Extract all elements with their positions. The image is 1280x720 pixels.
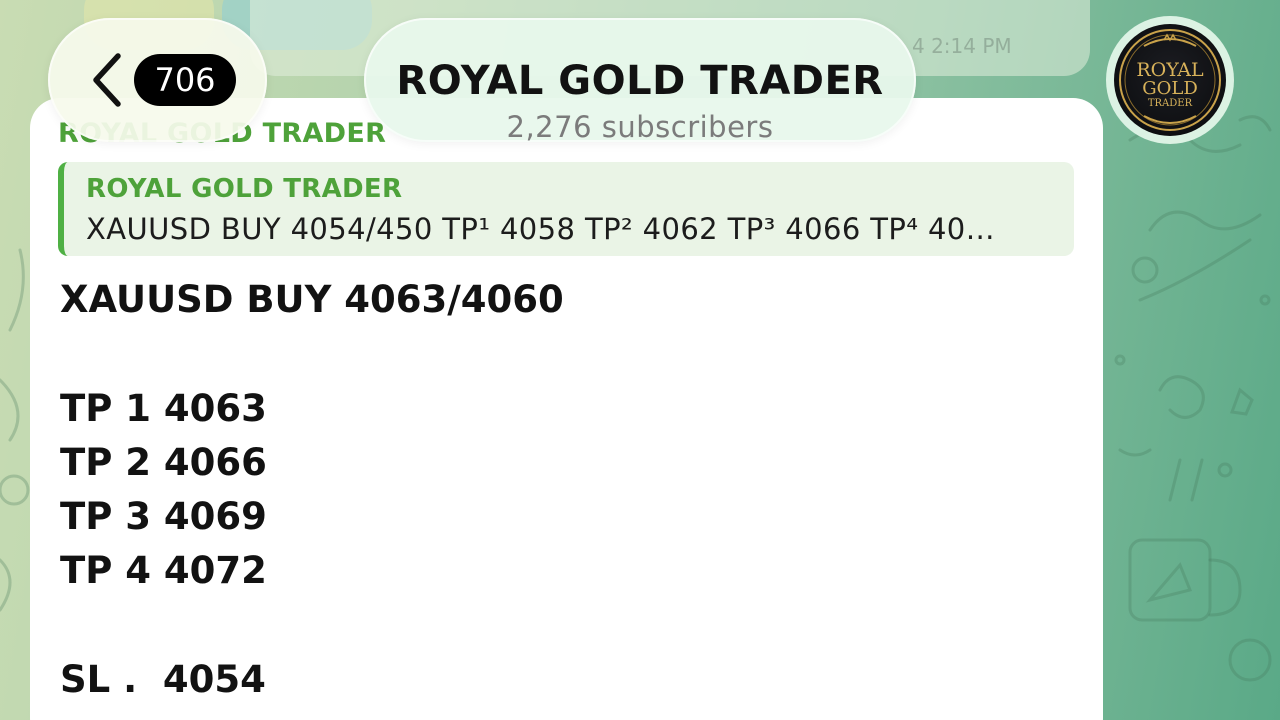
reply-quote[interactable]: ROYAL GOLD TRADER XAUUSD BUY 4054/450 TP… (58, 162, 1074, 256)
chevron-left-icon[interactable] (88, 52, 128, 108)
svg-text:GOLD: GOLD (1142, 78, 1198, 99)
message-tp4-line: TP 4 4072 (60, 549, 267, 592)
message-signal-line: XAUUSD BUY 4063/4060 (60, 278, 564, 321)
message-tp3-line: TP 3 4069 (60, 495, 267, 538)
subscriber-count: 2,276 subscribers (506, 110, 774, 144)
reply-text: XAUUSD BUY 4054/450 TP¹ 4058 TP² 4062 TP… (86, 212, 996, 246)
message-tp2-line: TP 2 4066 (60, 441, 267, 484)
message-tp1-line: TP 1 4063 (60, 387, 267, 430)
message-sl-line: SL . 4054 (60, 658, 266, 701)
chat-screen: 4 2:14 PM ROYAL GOLD TRADER ROYAL GOLD T… (0, 0, 1280, 720)
previous-message-time: 4 2:14 PM (912, 34, 1012, 58)
unread-count-badge[interactable]: 706 (134, 54, 236, 106)
channel-header[interactable]: ROYAL GOLD TRADER 2,276 subscribers (364, 18, 916, 144)
channel-avatar[interactable]: ROYAL GOLD TRADER (1114, 24, 1226, 136)
svg-text:TRADER: TRADER (1148, 98, 1193, 109)
royal-gold-logo-icon: ROYAL GOLD TRADER (1119, 29, 1221, 131)
channel-title: ROYAL GOLD TRADER (396, 58, 884, 104)
reply-author: ROYAL GOLD TRADER (86, 174, 403, 204)
